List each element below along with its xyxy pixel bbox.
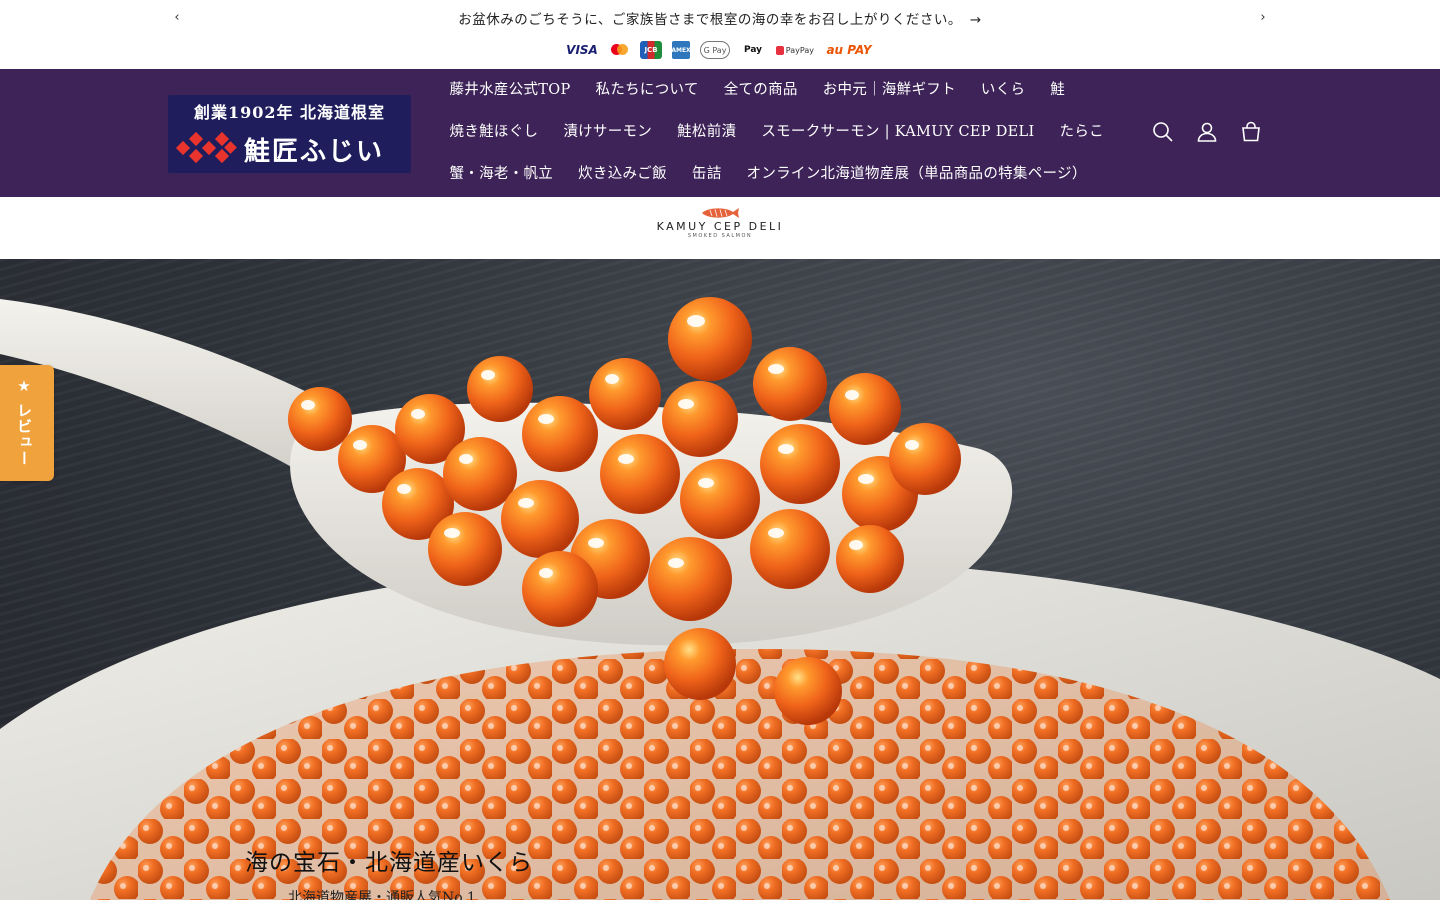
logo-tagline: 創業1902年 北海道根室 [193,103,386,122]
mastercard-icon [608,41,630,59]
kamuy-name: KAMUY CEP DELI [656,220,784,233]
nav-item-crab-shrimp-scallop[interactable]: 蟹・海老・帆立 [437,164,566,184]
payment-methods: VISA JCB AMEX G Pay Pay PayPay au PAY [0,39,1440,61]
nav-item-canned[interactable]: 缶詰 [679,164,734,184]
review-tab-label: ★ レビュー [15,377,33,467]
nav-item-tarako[interactable]: たらこ [1047,122,1116,142]
nav-item-gift[interactable]: お中元｜海鮮ギフト [810,80,968,100]
nav-item-grilled-salmon-flakes[interactable]: 焼き鮭ほぐし [437,122,551,142]
google-pay-icon: G Pay [700,41,730,59]
nav-item-top[interactable]: 藤井水産公式TOP [437,80,583,100]
hero-subtitle: 北海道物産展・通販人気No.1 [288,890,476,900]
nav-item-all-products[interactable]: 全ての商品 [711,80,810,100]
salmon-icon [702,208,739,218]
hero-banner[interactable]: 海の宝石・北海道産いくら 北海道物産展・通販人気No.1 [0,259,1440,900]
nav-item-salmon-matsumaezuke[interactable]: 鮭松前漬 [665,122,749,142]
nav-item-online-hokkaido-fair[interactable]: オンライン北海道物産展（単品商品の特集ページ） [734,164,1099,184]
account-icon[interactable] [1194,119,1220,145]
jcb-icon: JCB [640,41,662,59]
announcement-message[interactable]: お盆休みのごちそうに、ご家族皆さまで根室の海の幸をお召し上がりください。 → [0,8,1440,28]
nav-item-salmon[interactable]: 鮭 [1038,80,1078,100]
subbrand-strip: KAMUY CEP DELI SMOKED SALMON [0,197,1440,259]
nav-row-3: 蟹・海老・帆立 炊き込みご飯 缶詰 オンライン北海道物産展（単品商品の特集ページ… [437,164,1099,184]
search-icon[interactable] [1150,119,1176,145]
cart-icon[interactable] [1238,119,1264,145]
announcement-text[interactable]: お盆休みのごちそうに、ご家族皆さまで根室の海の幸をお召し上がりください。 [458,12,962,28]
nav-item-ikura[interactable]: いくら [968,80,1037,100]
nav-item-smoked-salmon[interactable]: スモークサーモン | KAMUY CEP DELI [749,122,1047,142]
arrow-right-icon[interactable]: → [970,12,982,28]
nav-item-about[interactable]: 私たちについて [583,80,711,100]
apple-pay-icon: Pay [743,45,763,55]
paypay-icon: PayPay [776,41,814,59]
nav-row-2: 焼き鮭ほぐし 漬けサーモン 鮭松前漬 スモークサーモン | KAMUY CEP … [437,122,1116,142]
site-header: 創業1902年 北海道根室 鮭匠ふじい 藤井水産公式TOP 私たちについて 全て… [0,69,1440,197]
visa-icon: VISA [566,43,598,57]
site-logo[interactable]: 創業1902年 北海道根室 鮭匠ふじい [168,95,411,173]
kamuy-cep-deli-logo[interactable]: KAMUY CEP DELI SMOKED SALMON [650,207,790,249]
au-pay-icon: au PAY [826,43,872,57]
crest-icon [175,131,237,164]
logo-brand: 鮭匠ふじい [244,137,385,167]
nav-item-marinated-salmon[interactable]: 漬けサーモン [551,122,665,142]
nav-item-takikomi-gohan[interactable]: 炊き込みご飯 [566,164,680,184]
header-icons [1150,119,1264,145]
ikura-spoon-image [0,297,1440,900]
announcement-next-button[interactable]: › [1255,10,1271,26]
review-tab-button[interactable]: ★ レビュー [0,365,54,481]
nav-row-1: 藤井水産公式TOP 私たちについて 全ての商品 お中元｜海鮮ギフト いくら 鮭 [437,80,1078,100]
announcement-bar: ‹ お盆休みのごちそうに、ご家族皆さまで根室の海の幸をお召し上がりください。 → … [0,0,1440,36]
hero-title: 海の宝石・北海道産いくら [245,850,533,876]
kamuy-sub: SMOKED SALMON [687,233,753,239]
paypay-label: PayPay [785,45,814,55]
amex-icon: AMEX [671,41,691,59]
